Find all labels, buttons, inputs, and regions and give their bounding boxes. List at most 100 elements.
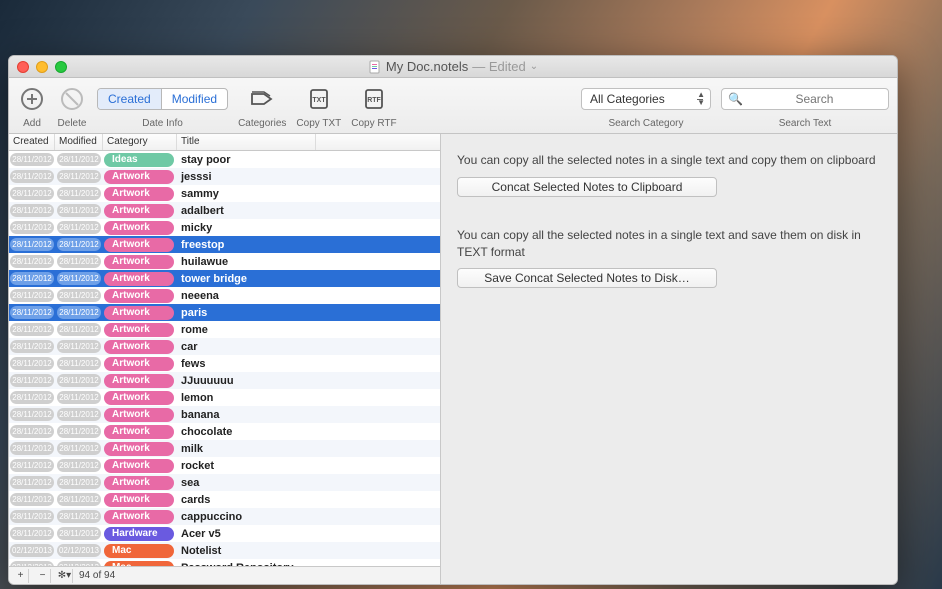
note-title: cappuccino — [177, 511, 440, 523]
table-row[interactable]: 28/11/201228/11/2012Artworkbanana — [9, 406, 440, 423]
table-row[interactable]: 28/11/201228/11/2012Artworkcards — [9, 491, 440, 508]
action-menu-button[interactable]: ✻▾ — [57, 569, 73, 583]
titlebar: My Doc.notels — Edited ⌄ — [9, 56, 897, 78]
category-pill: Artwork — [104, 425, 174, 439]
svg-text:RTF: RTF — [367, 97, 381, 104]
note-title: paris — [177, 307, 440, 319]
category-pill: Artwork — [104, 289, 174, 303]
modified-date: 28/11/2012 — [57, 408, 101, 421]
table-row[interactable]: 28/11/201228/11/2012HardwareAcer v5 — [9, 525, 440, 542]
title-dropdown-icon[interactable]: ⌄ — [530, 61, 538, 72]
col-category[interactable]: Category — [103, 134, 177, 150]
created-date: 28/11/2012 — [10, 289, 54, 302]
modified-date: 28/11/2012 — [57, 170, 101, 183]
delete-button[interactable] — [57, 84, 87, 114]
remove-row-button[interactable]: − — [35, 569, 51, 583]
category-pill: Artwork — [104, 340, 174, 354]
category-filter-value: All Categories — [590, 92, 665, 106]
modified-date: 28/11/2012 — [57, 493, 101, 506]
table-row[interactable]: 28/11/201228/11/2012Artworksea — [9, 474, 440, 491]
created-date: 28/11/2012 — [10, 425, 54, 438]
table-row[interactable]: 28/11/201228/11/2012Ideasstay poor — [9, 151, 440, 168]
table-row[interactable]: 28/11/201228/11/2012Artworkfews — [9, 355, 440, 372]
note-title: freestop — [177, 239, 440, 251]
category-pill: Artwork — [104, 204, 174, 218]
col-created[interactable]: Created — [9, 134, 55, 150]
doc-title: My Doc.notels — [386, 59, 468, 74]
category-pill: Artwork — [104, 272, 174, 286]
category-pill: Artwork — [104, 306, 174, 320]
note-title: micky — [177, 222, 440, 234]
copy-rtf-button[interactable]: RTF — [359, 84, 389, 114]
table-row[interactable]: 28/11/201228/11/2012Artworkrocket — [9, 457, 440, 474]
add-button[interactable] — [17, 84, 47, 114]
table-row[interactable]: 28/11/201228/11/2012Artworkhuilawue — [9, 253, 440, 270]
concat-disk-button[interactable]: Save Concat Selected Notes to Disk… — [457, 268, 717, 288]
note-title: huilawue — [177, 256, 440, 268]
modified-date: 28/11/2012 — [57, 255, 101, 268]
window-title[interactable]: My Doc.notels — Edited ⌄ — [9, 59, 897, 74]
copy-txt-label: Copy TXT — [296, 118, 341, 129]
created-date: 28/11/2012 — [10, 374, 54, 387]
table-row[interactable]: 28/11/201228/11/2012Artworkparis — [9, 304, 440, 321]
created-date: 28/11/2012 — [10, 204, 54, 217]
category-pill: Ideas — [104, 153, 174, 167]
note-title: adalbert — [177, 205, 440, 217]
created-date: 28/11/2012 — [10, 170, 54, 183]
modified-date: 28/11/2012 — [57, 238, 101, 251]
table-row[interactable]: 28/11/201228/11/2012Artworkrome — [9, 321, 440, 338]
col-title[interactable]: Title — [177, 134, 316, 150]
table-row[interactable]: 28/11/201228/11/2012Artworklemon — [9, 389, 440, 406]
table-row[interactable]: 28/11/201228/11/2012Artworkneeena — [9, 287, 440, 304]
table-row[interactable]: 28/11/201228/11/2012Artworktower bridge — [9, 270, 440, 287]
copy-txt-button[interactable]: TXT — [304, 84, 334, 114]
note-title: jesssi — [177, 171, 440, 183]
table-row[interactable]: 28/11/201228/11/2012Artworkmilk — [9, 440, 440, 457]
created-date: 28/11/2012 — [10, 459, 54, 472]
modified-date: 28/11/2012 — [57, 459, 101, 472]
segment-modified[interactable]: Modified — [162, 89, 227, 109]
note-title: tower bridge — [177, 273, 440, 285]
note-title: Notelist — [177, 545, 440, 557]
col-extra[interactable] — [316, 134, 440, 150]
table-row[interactable]: 28/11/201228/11/2012Artworkmicky — [9, 219, 440, 236]
created-date: 28/11/2012 — [10, 391, 54, 404]
category-pill: Artwork — [104, 187, 174, 201]
table-row[interactable]: 02/12/201302/12/2013MacNotelist — [9, 542, 440, 559]
category-filter-select[interactable]: All Categories ▲▼ — [581, 88, 711, 110]
note-title: stay poor — [177, 154, 440, 166]
modified-date: 28/11/2012 — [57, 425, 101, 438]
table-row[interactable]: 28/11/201228/11/2012Artworkjesssi — [9, 168, 440, 185]
add-row-button[interactable]: + — [13, 569, 29, 583]
table-row[interactable]: 28/11/201228/11/2012ArtworkJJuuuuuu — [9, 372, 440, 389]
concat-clipboard-desc: You can copy all the selected notes in a… — [457, 152, 881, 169]
created-date: 28/11/2012 — [10, 255, 54, 268]
table-row[interactable]: 28/11/201228/11/2012Artworkadalbert — [9, 202, 440, 219]
created-date: 28/11/2012 — [10, 510, 54, 523]
segment-created[interactable]: Created — [98, 89, 162, 109]
search-field[interactable]: 🔍 — [721, 88, 889, 110]
note-title: JJuuuuuu — [177, 375, 440, 387]
category-pill: Artwork — [104, 442, 174, 456]
table-row[interactable]: 28/11/201228/11/2012Artworkchocolate — [9, 423, 440, 440]
modified-date: 28/11/2012 — [57, 153, 101, 166]
concat-clipboard-button[interactable]: Concat Selected Notes to Clipboard — [457, 177, 717, 197]
table-row[interactable]: 02/12/201302/12/2013MacPassword Reposito… — [9, 559, 440, 566]
modified-date: 28/11/2012 — [57, 391, 101, 404]
search-input[interactable] — [747, 92, 882, 106]
categories-button[interactable] — [247, 84, 277, 114]
table-row[interactable]: 28/11/201228/11/2012Artworksammy — [9, 185, 440, 202]
modified-date: 28/11/2012 — [57, 510, 101, 523]
category-pill: Artwork — [104, 493, 174, 507]
note-title: milk — [177, 443, 440, 455]
modified-date: 28/11/2012 — [57, 476, 101, 489]
concat-disk-desc: You can copy all the selected notes in a… — [457, 227, 881, 261]
col-modified[interactable]: Modified — [55, 134, 103, 150]
table-row[interactable]: 28/11/201228/11/2012Artworkfreestop — [9, 236, 440, 253]
modified-date: 28/11/2012 — [57, 221, 101, 234]
table-row[interactable]: 28/11/201228/11/2012Artworkcappuccino — [9, 508, 440, 525]
note-title: Acer v5 — [177, 528, 440, 540]
modified-date: 28/11/2012 — [57, 204, 101, 217]
table-row[interactable]: 28/11/201228/11/2012Artworkcar — [9, 338, 440, 355]
note-title: neeena — [177, 290, 440, 302]
